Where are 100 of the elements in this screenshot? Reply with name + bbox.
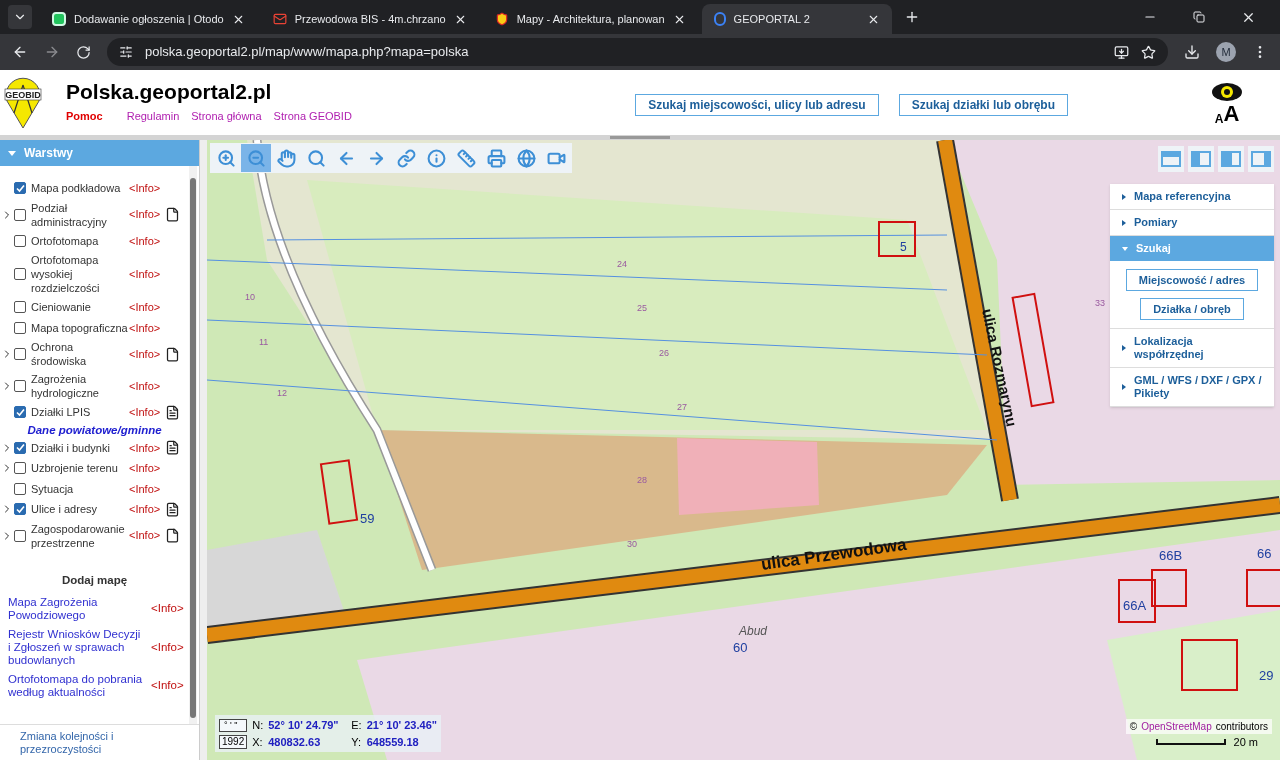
forward-icon[interactable] xyxy=(44,44,60,60)
layer-checkbox[interactable] xyxy=(14,482,26,495)
layer-label: Działki LPIS xyxy=(31,405,92,420)
header-link[interactable]: Strona główna xyxy=(191,108,262,125)
info-link[interactable]: <Info> xyxy=(129,206,165,223)
tab-list-button[interactable] xyxy=(8,5,32,29)
document-icon[interactable] xyxy=(165,207,180,222)
layer-checkbox[interactable] xyxy=(14,208,26,221)
coordinate-value: 648559.18 xyxy=(366,734,420,750)
font-size-toggle[interactable]: AA xyxy=(1214,102,1240,125)
eye-icon[interactable] xyxy=(1210,80,1244,103)
layer-checkbox[interactable] xyxy=(14,301,26,314)
parcel-number: 11 xyxy=(259,337,269,347)
browser-tab[interactable]: Dodawanie ogłoszenia | Otodo xyxy=(40,4,257,34)
tab-title: Dodawanie ogłoszenia | Otodo xyxy=(74,11,224,27)
restore-icon[interactable] xyxy=(1193,11,1205,23)
house-number: 5 xyxy=(900,240,907,254)
header-link[interactable]: Strona GEOBID xyxy=(273,108,352,125)
info-link[interactable]: <Info> xyxy=(129,439,165,456)
street-label: ulica Rozmarynu xyxy=(979,307,1021,429)
layer-checkbox[interactable] xyxy=(14,462,26,475)
search-button[interactable]: Szukaj działki lub obrębu xyxy=(898,93,1068,116)
panel-section-header[interactable]: Lokalizacja współrzędnej xyxy=(1110,329,1274,367)
panel-section-header[interactable]: GML / WFS / DXF / GPX / Pikiety xyxy=(1110,368,1274,406)
browser-tab[interactable]: Przewodowa BIS - 4m.chrzano xyxy=(260,4,479,34)
layer-checkbox[interactable] xyxy=(14,406,26,419)
panel-layout-icon xyxy=(1251,151,1271,167)
map-link[interactable]: Ortofotomapa do pobrania według aktualności xyxy=(8,672,143,699)
info-link[interactable]: <Info> xyxy=(129,460,165,477)
layer-checkbox[interactable] xyxy=(14,234,26,247)
search-button[interactable]: Szukaj miejscowości, ulicy lub adresu xyxy=(635,93,879,116)
reload-icon[interactable] xyxy=(76,44,91,60)
scrollbar[interactable] xyxy=(189,166,197,724)
resize-handle[interactable] xyxy=(610,136,670,139)
info-link[interactable]: <Info> xyxy=(129,232,165,249)
document-icon[interactable] xyxy=(165,346,180,362)
zoom-box-icon xyxy=(306,148,326,168)
info-link[interactable]: <Info> xyxy=(151,638,184,656)
layer-checkbox[interactable] xyxy=(14,268,26,280)
download-icon[interactable] xyxy=(1184,44,1200,60)
info-link[interactable]: <Info> xyxy=(129,377,165,395)
dms-format-button[interactable]: ° ' " xyxy=(219,718,248,732)
site-settings-icon[interactable] xyxy=(119,45,133,59)
header-link[interactable]: Pomoc xyxy=(66,108,103,125)
coordinate-value: 480832.63 xyxy=(268,734,322,750)
address-bar[interactable]: polska.geoportal2.pl/map/www/mapa.php?mapa=polska xyxy=(107,38,1168,66)
info-link[interactable]: <Info> xyxy=(129,265,165,283)
info-document-icon[interactable] xyxy=(165,501,180,517)
info-link[interactable]: <Info> xyxy=(129,180,165,197)
search-option-button[interactable]: Działka / obręb xyxy=(1140,298,1244,320)
layer-checkbox[interactable] xyxy=(14,441,26,454)
info-link[interactable]: <Info> xyxy=(129,319,165,336)
layer-checkbox[interactable] xyxy=(14,321,26,334)
info-document-icon[interactable] xyxy=(165,440,180,456)
info-link[interactable]: <Info> xyxy=(129,299,165,316)
browser-tab[interactable]: GEOPORTAL 2 xyxy=(701,4,892,34)
scale-bar xyxy=(1155,738,1226,745)
building-outline xyxy=(878,221,916,257)
document-icon[interactable] xyxy=(165,528,180,543)
parcel-number: 25 xyxy=(637,303,647,313)
info-link[interactable]: <Info> xyxy=(129,480,165,497)
layer-checkbox[interactable] xyxy=(14,503,26,516)
info-link[interactable]: <Info> xyxy=(129,527,165,544)
header-link[interactable]: Regulamin xyxy=(126,108,180,125)
info-link[interactable]: <Info> xyxy=(151,600,184,618)
layer-checkbox[interactable] xyxy=(14,529,26,542)
scale-label: 20 m xyxy=(1233,734,1258,750)
epsg-format-button[interactable]: 1992 xyxy=(219,734,248,749)
pin-logo-drawing[interactable]: GEOBID xyxy=(4,76,42,129)
scrollbar-thumb[interactable] xyxy=(190,178,196,718)
panel-section-header[interactable]: Pomiary xyxy=(1110,210,1274,235)
map-link[interactable]: Rejestr Wniosków Decyzji i Zgłoszeń w sprawach budowlanych xyxy=(8,627,143,667)
transparency-link[interactable]: Zmiana kolejności i przezroczystości xyxy=(20,729,140,756)
house-number: 29 xyxy=(1259,668,1274,683)
map-link[interactable]: Mapa Zagrożenia Powodziowego xyxy=(8,595,143,622)
panel-section-header[interactable]: Mapa referencyjna xyxy=(1110,184,1274,209)
back-icon[interactable] xyxy=(12,44,28,60)
parcel-number: 24 xyxy=(617,259,627,269)
info-link[interactable]: <Info> xyxy=(151,677,184,695)
parcel-number: 10 xyxy=(245,292,255,302)
layer-checkbox[interactable] xyxy=(14,380,26,392)
triangle-icon xyxy=(1122,219,1126,226)
browser-tab[interactable]: Mapy - Architektura, planowan xyxy=(482,4,698,34)
layer-checkbox[interactable] xyxy=(14,182,26,195)
openstreetmap-link[interactable]: OpenStreetMap xyxy=(1141,719,1212,734)
info-document-icon[interactable] xyxy=(165,404,180,420)
parcel-number: 12 xyxy=(277,388,287,398)
search-option-button[interactable]: Miejscowość / adres xyxy=(1125,269,1259,291)
bookmark-star-icon[interactable] xyxy=(1141,44,1156,60)
layer-checkbox[interactable] xyxy=(14,348,26,360)
profile-avatar[interactable]: M xyxy=(1216,42,1236,62)
tab-favicon-icon xyxy=(52,12,66,26)
info-link[interactable]: <Info> xyxy=(129,501,165,518)
info-link[interactable]: <Info> xyxy=(129,404,165,421)
info-link[interactable]: <Info> xyxy=(129,345,165,363)
layer-label: Ochrona środowiska xyxy=(31,340,88,368)
triangle-icon xyxy=(1122,246,1128,251)
parcel-number: 28 xyxy=(637,475,647,485)
install-icon[interactable] xyxy=(1114,44,1129,60)
building-outline xyxy=(1181,639,1238,691)
